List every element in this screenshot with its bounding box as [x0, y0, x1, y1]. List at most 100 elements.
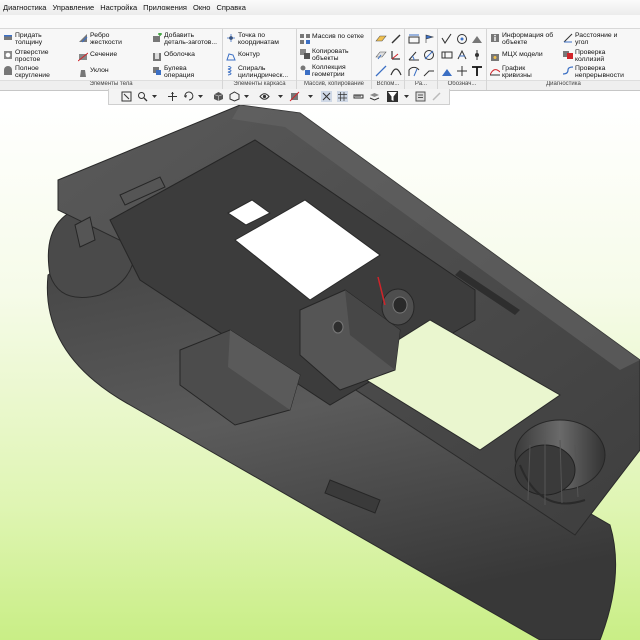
- group-caption-diagnostics[interactable]: Диагностика: [487, 80, 640, 90]
- section-icon: [78, 52, 88, 62]
- section-view-dropdown-icon[interactable]: [305, 91, 316, 102]
- display-mode-dropdown-icon[interactable]: [241, 91, 252, 102]
- ribbon-group-auxiliary: Вспом...: [372, 29, 405, 90]
- disabled-tool-icon: [432, 92, 441, 101]
- centre-mark-icon[interactable]: [456, 65, 468, 77]
- menu-item-help[interactable]: Справка: [213, 0, 248, 15]
- measure-icon[interactable]: [353, 91, 364, 102]
- tolerance-icon[interactable]: [441, 49, 453, 61]
- section-button[interactable]: Сечение: [78, 51, 117, 62]
- properties-icon[interactable]: [415, 91, 426, 102]
- zoom-icon[interactable]: [137, 91, 148, 102]
- helix-button[interactable]: Спираль цилиндрическ...: [226, 65, 288, 79]
- simple-hole-button[interactable]: Отверстие простое: [3, 49, 49, 63]
- object-info-button[interactable]: Информация об объекте: [490, 32, 553, 46]
- visibility-icon[interactable]: [259, 91, 270, 102]
- point-by-coords-button[interactable]: Точка по координатам: [226, 32, 279, 46]
- filter-dropdown-icon[interactable]: [401, 91, 412, 102]
- orientation-icon[interactable]: [213, 91, 224, 102]
- add-blank-icon: [153, 33, 162, 42]
- view-toolbar: [108, 89, 450, 105]
- object-info-label: Информация об объекте: [502, 32, 554, 46]
- coordinate-system-icon[interactable]: [390, 49, 402, 61]
- weld-icon[interactable]: [471, 33, 483, 45]
- thicken-icon: [4, 35, 12, 40]
- mass-properties-icon: [491, 54, 499, 61]
- menu-item-window[interactable]: Окно: [190, 0, 213, 15]
- ribbon-group-diagnostics: Информация об объекте МЦХ модели График …: [487, 29, 640, 90]
- continuity-check-icon: [563, 66, 573, 75]
- rib-label: Ребро жесткости: [90, 32, 122, 46]
- menu-item-control[interactable]: Управление: [49, 0, 97, 15]
- axis-icon[interactable]: [390, 33, 402, 45]
- zoom-fit-icon[interactable]: [121, 91, 132, 102]
- grid-snap-icon[interactable]: [337, 91, 348, 102]
- contour-button[interactable]: Контур: [226, 51, 260, 62]
- part-model: [46, 105, 640, 640]
- add-blank-label: Добавить деталь-заготов...: [164, 32, 218, 46]
- pan-icon[interactable]: [167, 91, 178, 102]
- datum-icon[interactable]: [456, 33, 468, 45]
- diameter-icon[interactable]: [423, 49, 435, 61]
- copy-objects-button[interactable]: Копировать объекты: [300, 48, 349, 62]
- text-icon[interactable]: [471, 65, 483, 77]
- position-icon[interactable]: [471, 49, 483, 61]
- contour-label: Контур: [238, 51, 260, 58]
- geometry-collection-button[interactable]: Коллекция геометрии: [300, 64, 346, 78]
- model-viewport[interactable]: [0, 105, 640, 640]
- boolean-button[interactable]: Булева операция: [152, 65, 194, 79]
- radius-icon[interactable]: [408, 65, 420, 77]
- menu-item-diagnostics[interactable]: Диагностика: [0, 0, 49, 15]
- object-info-icon: [491, 34, 499, 42]
- full-fillet-icon: [4, 66, 12, 75]
- curve-icon[interactable]: [390, 65, 402, 77]
- layers-icon[interactable]: [369, 91, 380, 102]
- full-fillet-button[interactable]: Полное скругление: [3, 65, 50, 79]
- geometry-collection-icon: [300, 65, 310, 75]
- section-view-icon[interactable]: [289, 91, 300, 102]
- add-blank-button[interactable]: Добавить деталь-заготов...: [152, 32, 217, 46]
- note-icon[interactable]: [423, 33, 435, 45]
- ribbon-group-body-elements: Придать толщину Отверстие простое Полное…: [0, 29, 223, 90]
- angle-dimension-icon[interactable]: [408, 49, 420, 61]
- snap-icon[interactable]: [321, 91, 332, 102]
- thicken-label: Придать толщину: [15, 32, 43, 46]
- zoom-dropdown-icon[interactable]: [149, 91, 160, 102]
- leader-icon[interactable]: [423, 65, 435, 77]
- ribbon-group-designations: Обознач...: [438, 29, 487, 90]
- mass-properties-button[interactable]: МЦХ модели: [490, 51, 543, 62]
- base-icon[interactable]: [441, 65, 453, 77]
- menu-item-settings[interactable]: Настройка: [97, 0, 140, 15]
- rotate-dropdown-icon[interactable]: [195, 91, 206, 102]
- offset-plane-icon[interactable]: [375, 49, 387, 61]
- curvature-graph-button[interactable]: График кривизны: [490, 65, 532, 79]
- visibility-dropdown-icon[interactable]: [275, 91, 286, 102]
- collision-check-button[interactable]: Проверка коллизий: [563, 49, 605, 63]
- section-label: Сечение: [90, 51, 118, 58]
- marking-icon[interactable]: [456, 49, 468, 61]
- collision-check-label: Проверка коллизий: [575, 49, 606, 63]
- draft-button[interactable]: Уклон: [78, 67, 109, 78]
- mass-properties-label: МЦХ модели: [502, 51, 543, 58]
- rib-button[interactable]: Ребро жесткости: [78, 32, 122, 46]
- grid-array-button[interactable]: Массив по сетке: [300, 33, 364, 44]
- shell-button[interactable]: Оболочка: [152, 51, 195, 62]
- thicken-button[interactable]: Придать толщину: [3, 32, 42, 46]
- dimension-icon[interactable]: [408, 33, 420, 45]
- grid-array-label: Массив по сетке: [312, 33, 364, 40]
- copy-objects-label: Копировать объекты: [312, 48, 349, 62]
- ribbon-group-layout: Ра...: [405, 29, 438, 90]
- shell-icon: [153, 53, 161, 61]
- rotate-icon[interactable]: [183, 91, 194, 102]
- menu-item-applications[interactable]: Приложения: [140, 0, 190, 15]
- distance-angle-button[interactable]: Расстояние и угол: [563, 32, 617, 46]
- roughness-icon[interactable]: [441, 33, 453, 45]
- display-mode-icon[interactable]: [229, 91, 240, 102]
- full-fillet-label: Полное скругление: [15, 65, 50, 79]
- filter-icon[interactable]: [387, 91, 398, 102]
- continuity-check-button[interactable]: Проверка непрерывности: [563, 65, 624, 79]
- distance-angle-icon: [563, 33, 573, 43]
- plane-icon[interactable]: [375, 33, 387, 45]
- line-icon[interactable]: [375, 65, 387, 77]
- contour-icon: [226, 53, 236, 61]
